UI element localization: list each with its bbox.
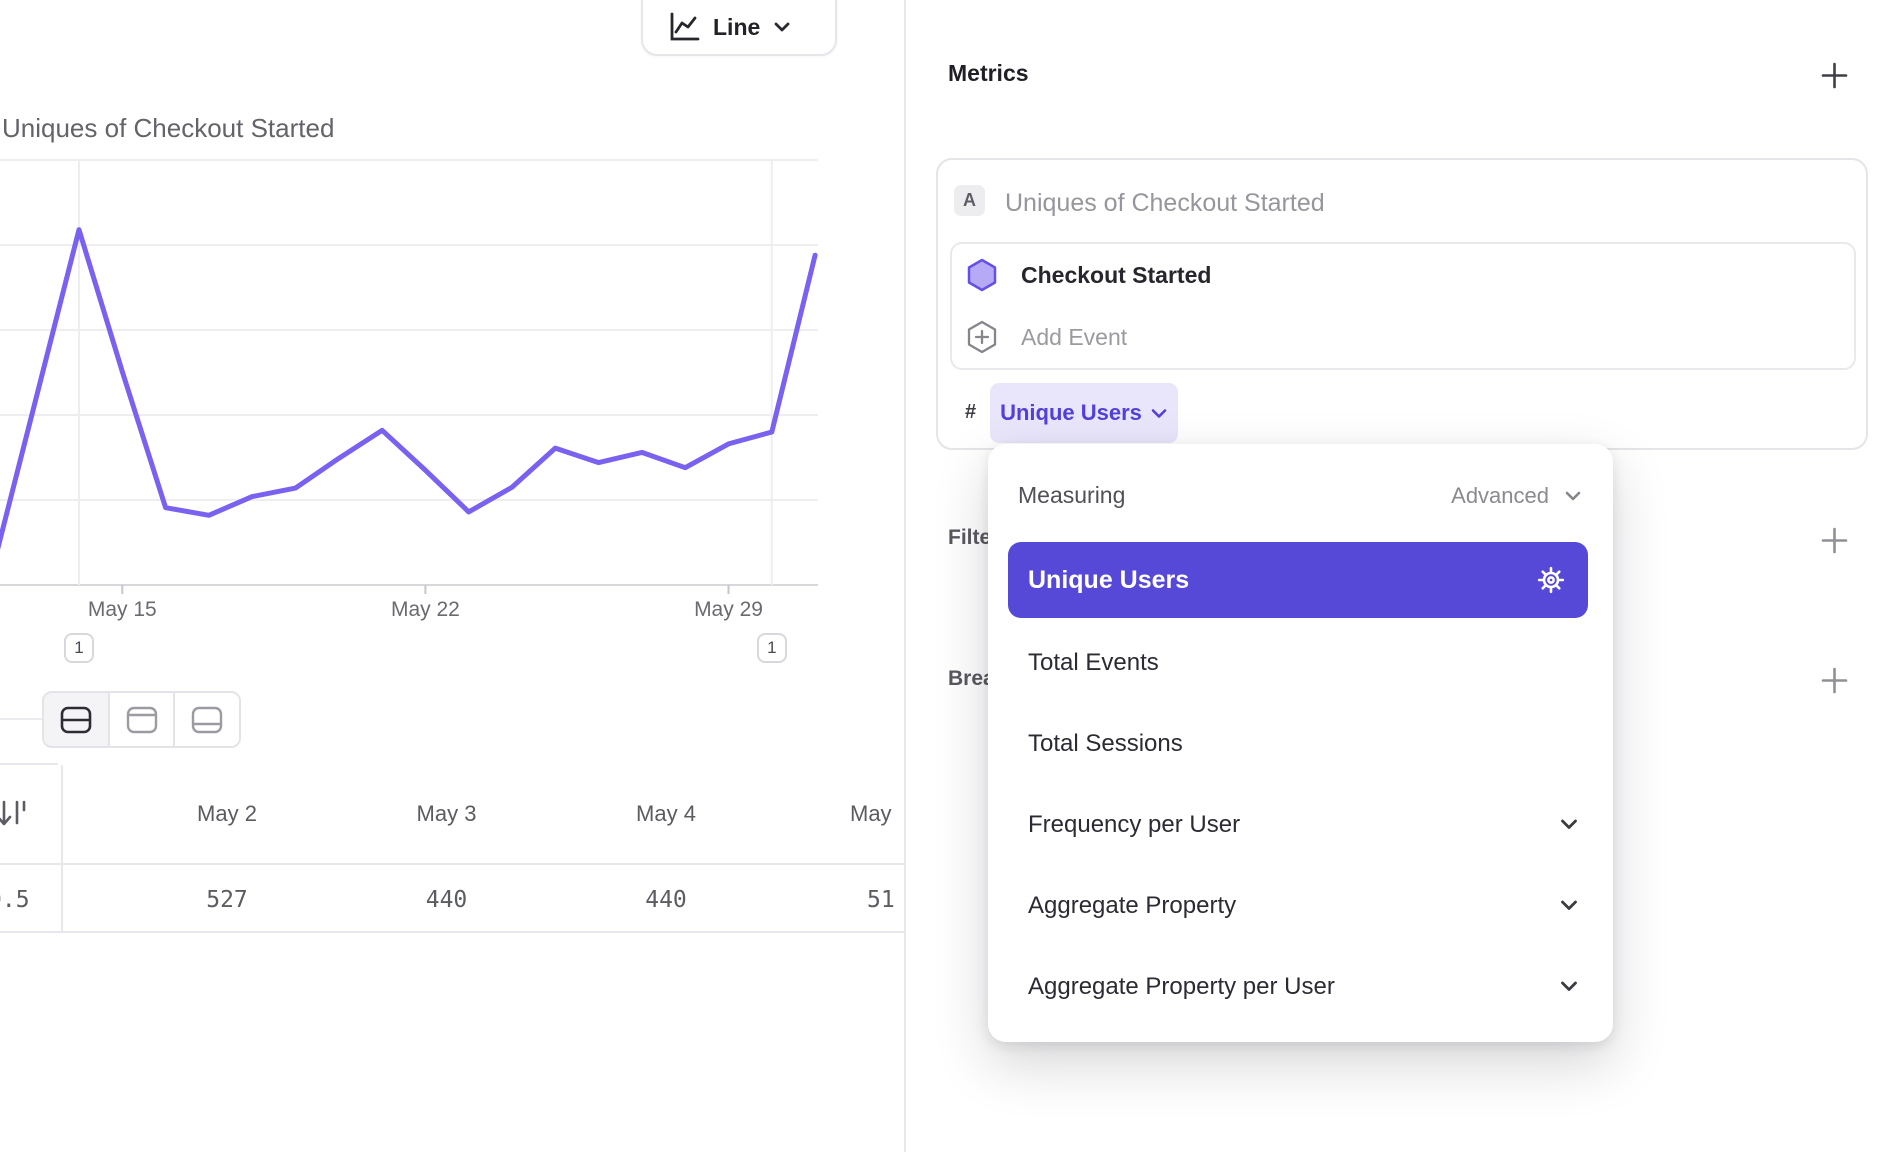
chevron-down-icon — [1150, 407, 1168, 420]
chart-only-view-button[interactable] — [110, 693, 176, 746]
table-cell-value: 440 — [377, 887, 517, 913]
x-axis-tick-label: May 29 — [694, 598, 763, 621]
event-name: Checkout Started — [1021, 262, 1211, 289]
dropdown-option-total-events[interactable]: Total Events — [988, 622, 1613, 703]
add-breakdown-button[interactable] — [1810, 656, 1858, 704]
x-axis-tick-label: May 15 — [88, 598, 157, 621]
table-cell-value: 51 — [867, 887, 903, 913]
event-hexagon-icon — [966, 258, 998, 292]
plus-icon — [1821, 62, 1848, 89]
measuring-label: Measuring — [1018, 482, 1125, 509]
table-cell-value: 527 — [157, 887, 297, 913]
pane-divider — [904, 0, 906, 1152]
table-only-view-button[interactable] — [175, 693, 239, 746]
annotation-marker[interactable]: 1 — [64, 633, 94, 663]
add-event-row[interactable]: Add Event — [952, 306, 1854, 368]
event-row-checkout-started[interactable]: Checkout Started — [952, 244, 1854, 306]
selected-option-label: Unique Users — [1028, 566, 1189, 595]
dropdown-option-label: Total Events — [1028, 649, 1159, 677]
aggregation-value: Unique Users — [1000, 400, 1142, 426]
dropdown-option-frequency-per-user[interactable]: Frequency per User — [988, 784, 1613, 865]
series-name: Uniques of Checkout Started — [1005, 189, 1325, 218]
dropdown-option-label: Aggregate Property — [1028, 892, 1236, 920]
add-metric-button[interactable] — [1810, 51, 1858, 99]
add-filter-button[interactable] — [1810, 516, 1858, 564]
event-card: Checkout Started Add Event — [950, 242, 1856, 370]
plus-icon — [1821, 527, 1848, 554]
table-row-border — [0, 931, 905, 933]
plus-icon — [1821, 667, 1848, 694]
dropdown-options-list: Total Events Total Sessions Frequency per … — [988, 622, 1613, 1027]
table-only-view-icon — [189, 705, 225, 735]
metrics-section-title: Metrics — [948, 60, 1029, 87]
add-event-label: Add Event — [1021, 324, 1127, 351]
aggregation-selector-chip[interactable]: Unique Users — [990, 383, 1178, 443]
table-cell-value: 440 — [596, 887, 736, 913]
chevron-down-icon — [1563, 489, 1583, 503]
dropdown-option-label: Frequency per User — [1028, 811, 1240, 839]
table-section-divider — [0, 718, 42, 720]
aggregation-symbol: # — [965, 401, 976, 424]
metric-card: A Uniques of Checkout Started Checkout S… — [936, 158, 1868, 450]
table-column-header: May 3 — [377, 801, 517, 827]
table-column-divider — [61, 765, 63, 931]
sort-descending-icon[interactable] — [0, 797, 28, 831]
chart-only-view-icon — [124, 705, 160, 735]
dropdown-option-aggregate-property-per-user[interactable]: Aggregate Property per User — [988, 946, 1613, 1027]
chevron-down-icon — [1558, 898, 1580, 913]
table-header-border — [0, 863, 905, 865]
split-view-icon — [58, 705, 94, 735]
line-series-uniques[interactable] — [0, 230, 815, 570]
advanced-mode-toggle[interactable]: Advanced — [1451, 483, 1583, 509]
dropdown-option-total-sessions[interactable]: Total Sessions — [988, 703, 1613, 784]
insights-report-view: Line Uniques of Checkout Started May 15M… — [0, 0, 1898, 1152]
dropdown-option-label: Aggregate Property per User — [1028, 973, 1335, 1001]
table-column-header: May — [850, 801, 903, 827]
table-cell-average-clipped: 0.5 — [0, 887, 38, 913]
table-column-header: May 4 — [596, 801, 736, 827]
split-view-button[interactable] — [44, 693, 110, 746]
dropdown-option-unique-users-selected[interactable]: Unique Users — [1008, 542, 1588, 618]
dropdown-option-aggregate-property[interactable]: Aggregate Property — [988, 865, 1613, 946]
series-letter-badge: A — [954, 185, 985, 216]
layout-toggle-group — [42, 691, 241, 748]
annotation-marker[interactable]: 1 — [757, 633, 787, 663]
measuring-dropdown: Measuring Advanced Unique Users — [988, 444, 1613, 1042]
x-axis-tick-label: May 22 — [391, 598, 460, 621]
add-event-hexagon-icon — [966, 320, 998, 354]
table-column-header: May 2 — [157, 801, 297, 827]
table-top-border — [0, 763, 58, 765]
chevron-down-icon — [1558, 979, 1580, 994]
advanced-label: Advanced — [1451, 483, 1549, 509]
gear-icon[interactable] — [1536, 565, 1566, 595]
dropdown-option-label: Total Sessions — [1028, 730, 1183, 758]
chevron-down-icon — [1558, 817, 1580, 832]
uniques-line-chart[interactable]: May 15 May 22 May 29 — [0, 0, 905, 650]
